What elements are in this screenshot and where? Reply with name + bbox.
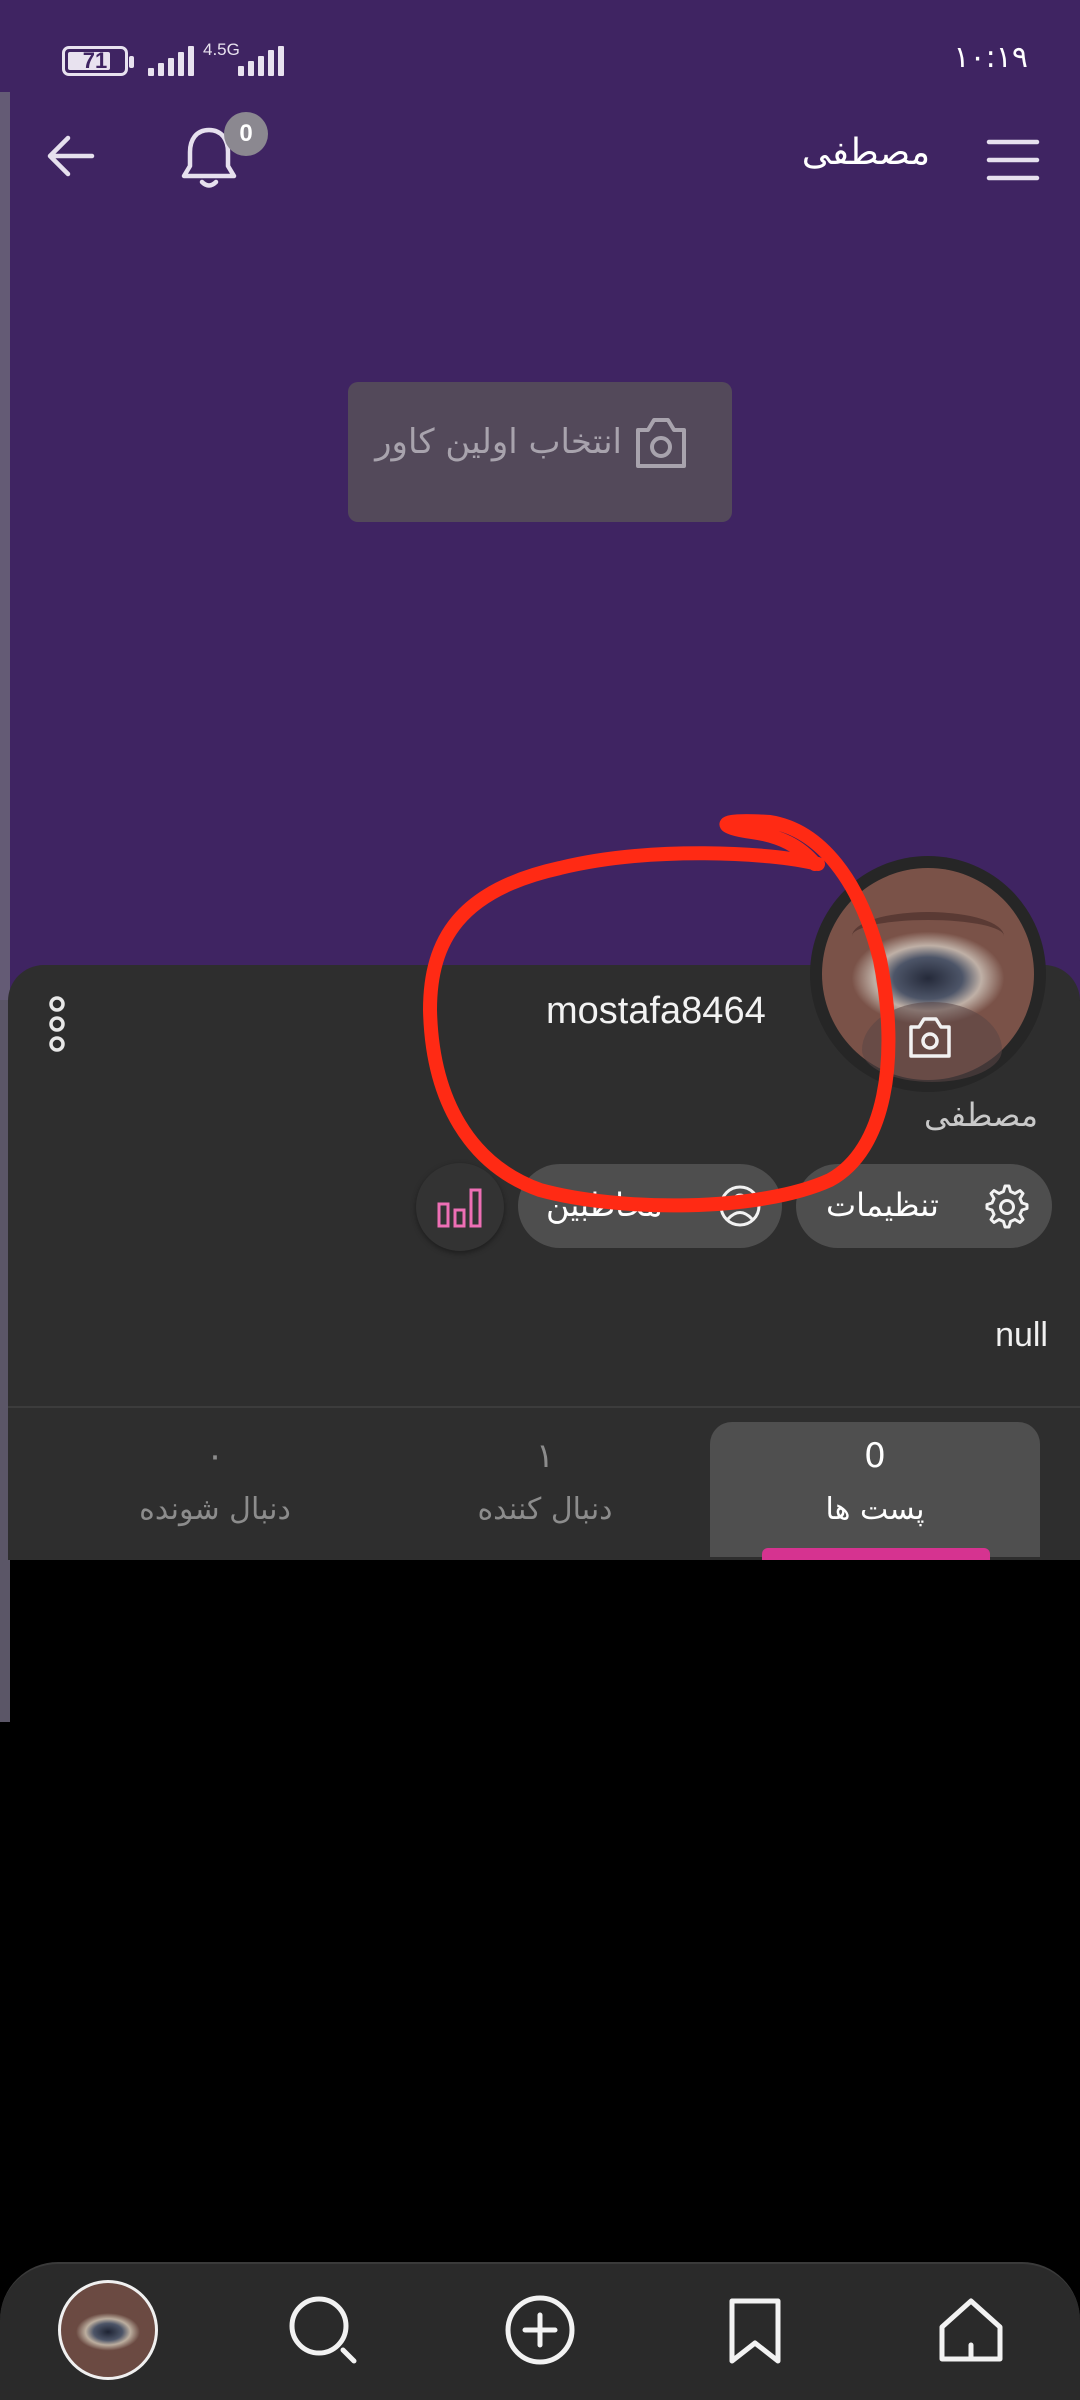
username: mostafa8464 — [546, 990, 766, 1032]
bio-text: null — [995, 1316, 1048, 1354]
posts-label: پست ها — [825, 1492, 925, 1527]
network-type: 4.5G — [203, 40, 240, 59]
battery-level: 71 — [82, 48, 108, 73]
camera-icon — [636, 418, 686, 468]
gear-icon — [985, 1184, 1029, 1229]
tab-posts[interactable]: 0 پست ها — [710, 1422, 1040, 1557]
bookmark-icon[interactable] — [718, 2293, 792, 2367]
tab-followers[interactable]: ۱ دنبال کننده — [420, 1422, 670, 1557]
notification-badge: 0 — [224, 112, 268, 156]
divider — [8, 1406, 1080, 1408]
page-title: مصطفی — [801, 132, 930, 173]
following-label: دنبال شونده — [139, 1492, 291, 1527]
more-options-icon[interactable] — [44, 996, 70, 1052]
contacts-label: مخاطبین — [546, 1186, 663, 1224]
active-tab-indicator — [762, 1548, 990, 1560]
display-name: مصطفی — [924, 1096, 1038, 1134]
followers-label: دنبال کننده — [477, 1492, 613, 1527]
back-arrow-icon[interactable] — [40, 126, 100, 186]
add-circle-icon[interactable] — [503, 2293, 577, 2367]
home-icon[interactable] — [934, 2293, 1008, 2367]
clock: ۱۰:۱۹ — [953, 40, 1028, 75]
bar-chart-icon — [437, 1188, 482, 1228]
settings-label: تنظیمات — [826, 1186, 939, 1224]
camera-icon — [909, 1017, 951, 1058]
battery-icon: 71 — [62, 46, 134, 76]
tab-following[interactable]: ۰ دنبال شونده — [80, 1422, 350, 1557]
search-icon[interactable] — [286, 2293, 360, 2367]
followers-count: ۱ — [535, 1436, 555, 1476]
status-bar: 71 4.5G ۱۰:۱۹ — [0, 0, 1080, 118]
signal-icon — [148, 46, 194, 76]
following-count: ۰ — [205, 1436, 225, 1476]
user-icon — [719, 1185, 761, 1227]
nav-profile-avatar[interactable] — [58, 2280, 158, 2380]
signal-icon-2 — [238, 46, 284, 76]
hamburger-menu-icon[interactable] — [986, 138, 1040, 182]
posts-count: 0 — [864, 1436, 886, 1476]
select-cover-label: انتخاب اولین کاور — [375, 422, 622, 462]
